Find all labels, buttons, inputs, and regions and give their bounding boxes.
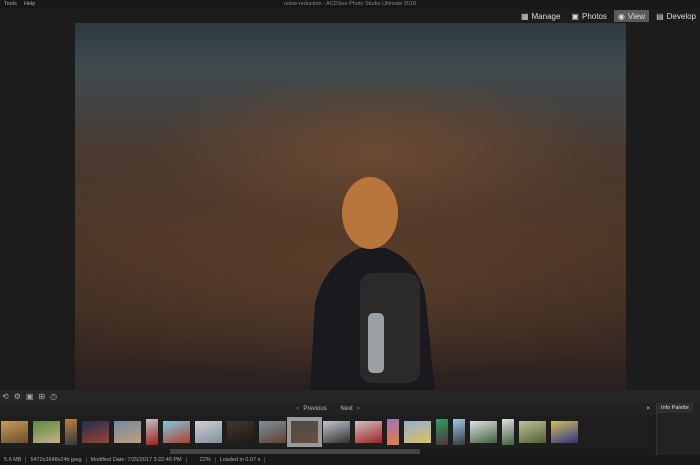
filmstrip-thumbnail[interactable]	[114, 420, 141, 443]
main-image	[75, 23, 626, 390]
view-toolbar: ⟲ ⚙ ▣ ⊞ ◷	[0, 390, 700, 403]
compare-icon[interactable]: ⊞	[38, 392, 45, 401]
mode-view[interactable]: ◉ View	[613, 10, 650, 22]
next-button[interactable]: Next ›	[337, 406, 359, 412]
info-palette: Info Palette	[656, 403, 700, 455]
filmstrip	[0, 415, 650, 448]
filmstrip-thumbnail[interactable]	[404, 420, 431, 443]
menu-bar: Tools Help noise-reduction - ACDSee Phot…	[0, 0, 700, 9]
filmstrip-thumbnail[interactable]	[163, 420, 190, 443]
eye-icon: ◉	[617, 11, 625, 21]
window-title: noise-reduction - ACDSee Photo Studio Ul…	[283, 1, 417, 7]
clock-icon[interactable]: ◷	[50, 392, 57, 401]
filmstrip-thumbnail[interactable]	[453, 418, 465, 445]
status-zoom: 22%	[196, 457, 216, 463]
filmstrip-thumbnail[interactable]	[82, 420, 109, 443]
develop-icon: ▤	[656, 11, 664, 21]
filmstrip-thumbnail[interactable]	[33, 420, 60, 443]
filmstrip-thumbnail[interactable]	[519, 420, 546, 443]
mode-switcher: ▦ Manage ▣ Photos ◉ View ▤ Develop	[517, 10, 700, 23]
status-dimensions: 5472x3648x24b jpeg	[26, 457, 87, 463]
filmstrip-thumbnail[interactable]	[287, 416, 322, 447]
filmstrip-thumbnail[interactable]	[502, 418, 514, 445]
info-palette-tab[interactable]: Info Palette	[657, 403, 693, 413]
filmstrip-thumbnail[interactable]	[227, 420, 254, 443]
person-silhouette	[310, 177, 435, 390]
previous-button[interactable]: ‹ Previous	[297, 406, 330, 412]
filmstrip-thumbnail[interactable]	[65, 418, 77, 445]
frame-icon[interactable]: ▣	[26, 392, 34, 401]
rotate-icon[interactable]: ⟲	[2, 392, 9, 401]
filmstrip-header: ‹ Previous Next › ×	[0, 403, 656, 415]
filmstrip-thumbnail[interactable]	[436, 418, 448, 445]
filmstrip-scrollbar[interactable]	[0, 448, 650, 455]
status-file-size: 5.6 MB	[0, 457, 27, 463]
photos-icon: ▣	[571, 11, 579, 21]
filmstrip-thumbnail[interactable]	[387, 418, 399, 445]
filmstrip-thumbnail[interactable]	[551, 420, 578, 443]
filmstrip-thumbnail[interactable]	[259, 420, 286, 443]
filmstrip-thumbnail[interactable]	[470, 420, 497, 443]
filmstrip-thumbnail[interactable]	[1, 420, 28, 443]
status-modified: Modified Date: 7/25/2017 3:22:40 PM	[87, 457, 187, 463]
grid-icon: ▦	[520, 11, 529, 21]
mode-develop[interactable]: ▤ Develop	[652, 10, 700, 22]
mode-manage[interactable]: ▦ Manage	[517, 10, 564, 22]
filmstrip-thumbnail[interactable]	[195, 420, 222, 443]
filmstrip-thumbnail[interactable]	[323, 420, 350, 443]
gear-icon[interactable]: ⚙	[14, 392, 21, 401]
filmstrip-thumbnail[interactable]	[146, 418, 158, 445]
mode-photos[interactable]: ▣ Photos	[567, 10, 610, 22]
close-icon[interactable]: ×	[646, 403, 650, 415]
scrollbar-thumb[interactable]	[170, 449, 420, 454]
filmstrip-thumbnail[interactable]	[355, 420, 382, 443]
status-load-time: Loaded in 0.07 s	[216, 457, 266, 463]
status-bar: 5.6 MB 5472x3648x24b jpeg Modified Date:…	[0, 455, 700, 465]
